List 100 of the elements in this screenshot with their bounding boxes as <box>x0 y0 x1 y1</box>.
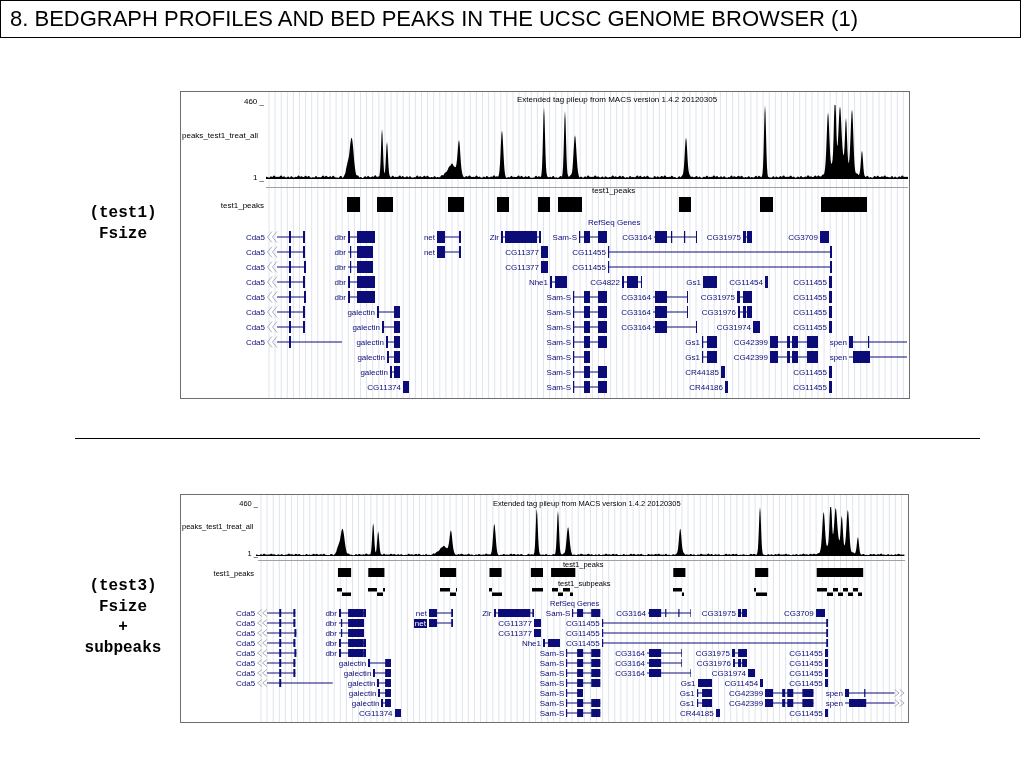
gene-label: CG42399 <box>733 337 768 347</box>
gene-label: CG11455 <box>565 618 600 628</box>
gene-label: CR44186 <box>689 382 723 392</box>
gene-model-icon <box>647 669 692 677</box>
gene-label: Sam-S <box>539 688 565 698</box>
gene-label: net <box>415 608 427 618</box>
gene-label: CG11455 <box>793 307 827 317</box>
gene-model-icon <box>829 366 832 378</box>
gene-label: Cda5 <box>245 322 265 332</box>
gene-label: galectin <box>360 367 388 377</box>
gene-label: CG11454 <box>729 277 763 287</box>
gene-label: CG31974 <box>711 668 747 678</box>
gene-label: CR44185 <box>679 708 714 718</box>
gene-model-icon <box>647 659 683 667</box>
gene-model-icon <box>348 261 373 273</box>
gene-label: CG3164 <box>622 232 652 242</box>
gene-model-icon <box>737 291 752 303</box>
gene-label: CG11455 <box>789 658 823 668</box>
gene-model-icon <box>753 321 760 333</box>
gene-label: dbr <box>325 628 337 638</box>
gene-label: Sam-S <box>539 658 565 668</box>
gene-label: Gs1 <box>685 352 700 362</box>
gene-model-icon <box>437 246 461 258</box>
gene-label: Sam-S <box>539 668 565 678</box>
gene-model-icon <box>829 381 832 393</box>
gene-model-icon <box>550 276 567 288</box>
gene-label: galectin <box>357 352 385 362</box>
gene-label: Sam-S <box>539 678 565 688</box>
gene-model-icon <box>267 291 306 303</box>
gene-model-icon <box>338 639 367 647</box>
gene-label: CG11455 <box>793 277 827 287</box>
gene-label: Cda5 <box>236 608 256 618</box>
gene-model-icon <box>647 649 683 657</box>
gene-label: dbr <box>325 608 337 618</box>
gene-label: CG42399 <box>728 698 764 708</box>
gene-label: CG11455 <box>789 708 823 718</box>
gene-model-icon <box>501 231 541 243</box>
gene-model-icon <box>648 609 692 617</box>
gene-label: CG11377 <box>505 247 539 257</box>
gene-label: Cda5 <box>236 648 256 658</box>
gene-label: Sam-S <box>539 708 565 718</box>
gene-label: CG11455 <box>793 322 827 332</box>
gene-model-icon <box>573 321 607 333</box>
gene-label: dbr <box>325 618 337 628</box>
gene-label: net <box>423 232 435 242</box>
gene-model-icon <box>849 351 907 363</box>
gene-label: galectin <box>352 322 380 332</box>
gene-model-icon <box>725 381 728 393</box>
gene-label: galectin <box>347 678 376 688</box>
gene-model-icon <box>820 231 829 243</box>
gene-model-icon <box>338 609 367 617</box>
gene-label: Gs1 <box>686 277 701 287</box>
gene-label: galectin <box>348 688 377 698</box>
gene-model-icon <box>373 669 392 677</box>
gene-model-icon <box>381 699 392 707</box>
gene-label: Nhe1 <box>528 277 548 287</box>
gene-label: Sam-S <box>546 367 571 377</box>
gene-model-icon <box>566 689 584 697</box>
slide-title: 8. BEDGRAPH PROFILES AND BED PEAKS IN THE UCSC GENOME BROWSER (1) <box>10 8 858 30</box>
gene-model-icon <box>390 366 400 378</box>
gene-model-icon <box>765 689 814 697</box>
gene-model-icon <box>387 351 400 363</box>
gene-label: CG31976 <box>701 307 736 317</box>
gene-model-icon <box>696 699 712 707</box>
gene-label: spen <box>825 688 843 698</box>
gene-label: spen <box>829 337 847 347</box>
gene-label: CG11377 <box>498 628 532 638</box>
gene-model-icon <box>267 306 305 318</box>
gene-model-icon <box>377 306 400 318</box>
gene-label: Sam-S <box>546 337 571 347</box>
gene-model-icon <box>731 649 747 657</box>
gene-label: Sam-S <box>545 608 571 618</box>
gene-model-icon <box>257 609 296 617</box>
gene-label: Cda5 <box>236 678 256 688</box>
gene-label: CG42399 <box>728 688 764 698</box>
gene-model-icon <box>696 689 712 697</box>
gene-label: CG3709 <box>783 608 814 618</box>
gene-model-icon <box>541 246 548 258</box>
gene-label: Cda5 <box>245 337 265 347</box>
gene-label: Sam-S <box>552 232 577 242</box>
gene-label: Cda5 <box>245 307 265 317</box>
gene-label: Zir <box>482 608 492 618</box>
gene-label: Gs1 <box>680 678 696 688</box>
gene-model-icon <box>541 261 548 273</box>
gene-model-icon <box>566 649 601 657</box>
gene-model-icon <box>566 679 601 687</box>
gene-label: CG11374 <box>367 382 401 392</box>
gene-model-icon <box>845 699 905 707</box>
gene-label: CG31975 <box>706 232 741 242</box>
gene-model-icon <box>579 231 607 243</box>
gene-model-icon <box>348 231 375 243</box>
gene-model-icon <box>653 306 688 318</box>
gene-model-icon <box>601 639 828 647</box>
gene-model-icon <box>572 609 601 617</box>
gene-label: dbr <box>334 277 346 287</box>
gene-model-icon <box>601 619 828 627</box>
panel-caption: Fsize <box>99 224 147 245</box>
gene-label: Sam-S <box>546 292 571 302</box>
gene-model-icon <box>338 619 365 627</box>
gene-label: CG3164 <box>615 648 646 658</box>
